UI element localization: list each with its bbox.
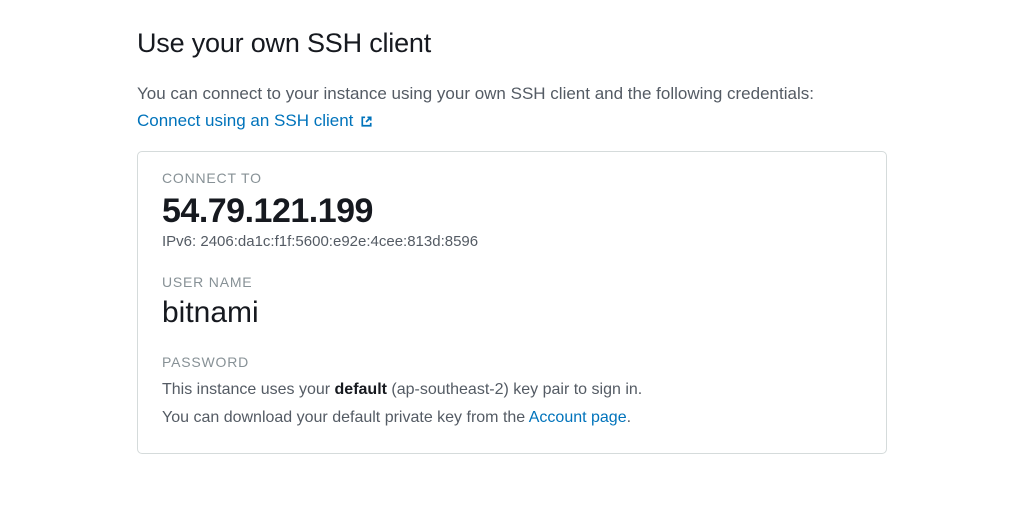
password-info: This instance uses your default (ap-sout… xyxy=(162,376,862,430)
ipv4-address: 54.79.121.199 xyxy=(162,192,862,231)
page-title: Use your own SSH client xyxy=(137,28,887,59)
password-line1-post: (ap-southeast-2) key pair to sign in. xyxy=(387,381,642,398)
description-text: You can connect to your instance using y… xyxy=(137,81,887,107)
ipv6-value: 2406:da1c:f1f:5600:e92e:4cee:813d:8596 xyxy=(200,233,478,250)
username-value: bitnami xyxy=(162,296,862,330)
account-page-link[interactable]: Account page xyxy=(529,409,627,426)
external-link-icon xyxy=(359,114,374,129)
password-line1-bold: default xyxy=(335,381,387,398)
ipv6-prefix: IPv6: xyxy=(162,233,200,250)
connect-ssh-link[interactable]: Connect using an SSH client xyxy=(137,111,374,131)
link-text: Connect using an SSH client xyxy=(137,111,353,131)
password-line2-pre: You can download your default private ke… xyxy=(162,409,529,426)
ipv6-address: IPv6: 2406:da1c:f1f:5600:e92e:4cee:813d:… xyxy=(162,233,862,250)
username-label: USER NAME xyxy=(162,274,862,290)
connect-to-label: CONNECT TO xyxy=(162,170,862,186)
password-line1-pre: This instance uses your xyxy=(162,381,335,398)
password-line2-post: . xyxy=(627,409,631,426)
password-line-2: You can download your default private ke… xyxy=(162,404,862,431)
password-line-1: This instance uses your default (ap-sout… xyxy=(162,376,862,403)
credentials-card: CONNECT TO 54.79.121.199 IPv6: 2406:da1c… xyxy=(137,151,887,453)
password-label: PASSWORD xyxy=(162,354,862,370)
